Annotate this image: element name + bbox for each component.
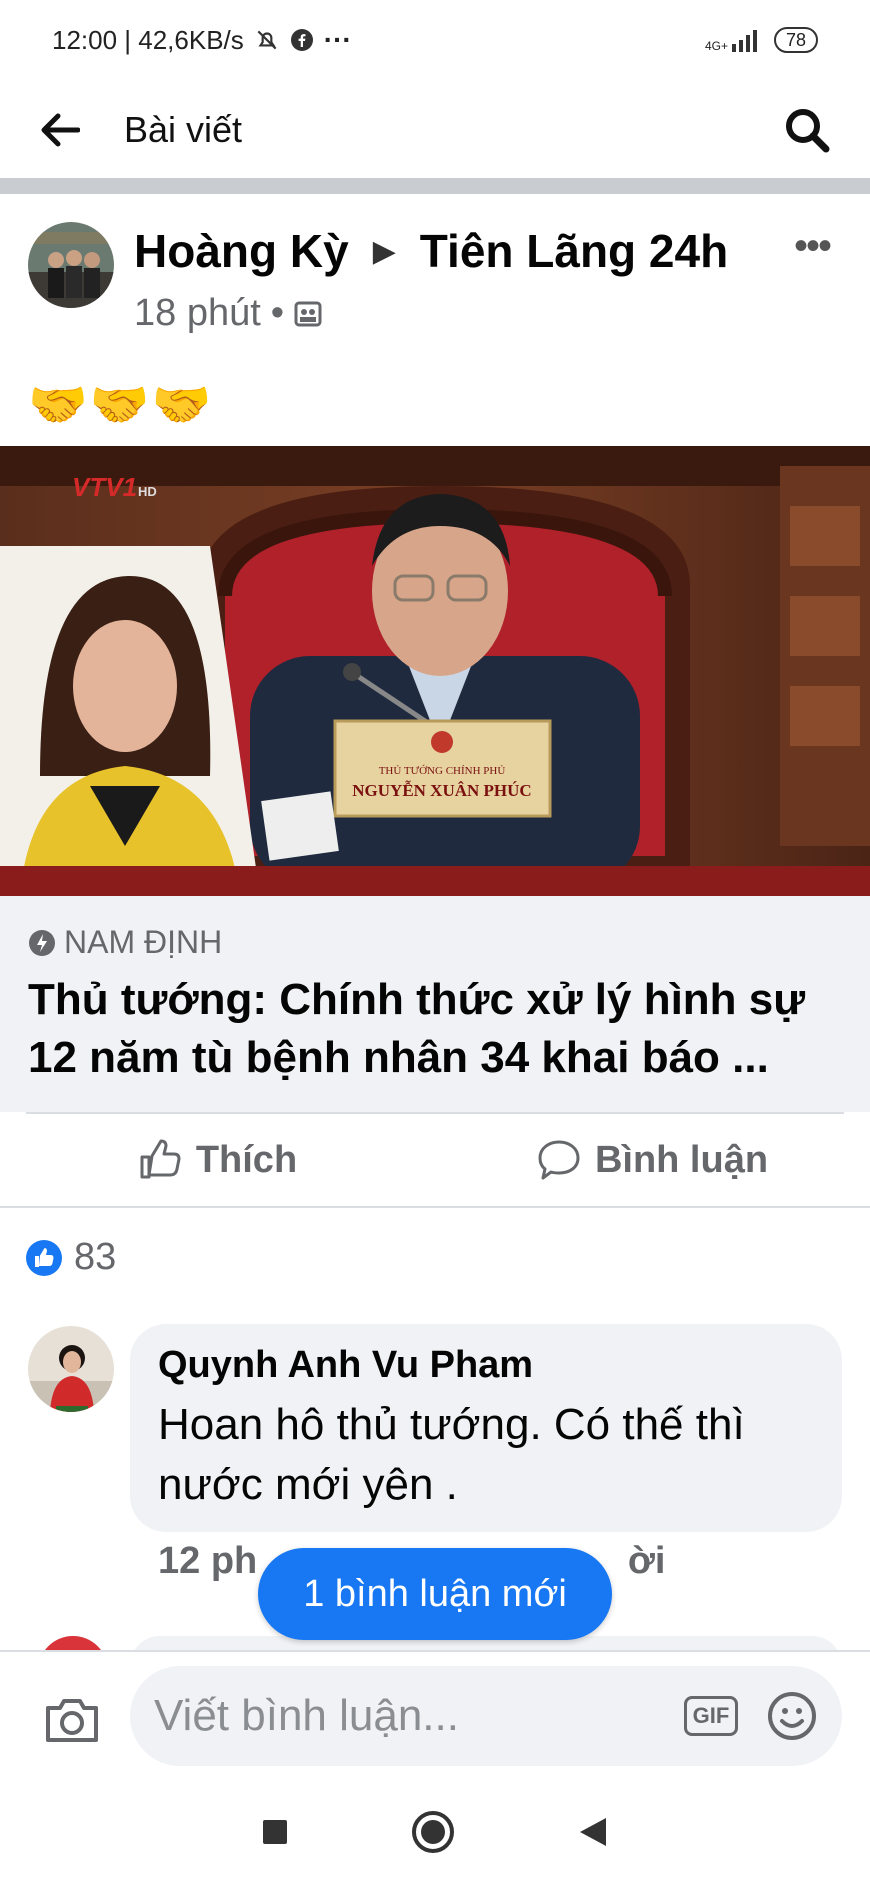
comment-input[interactable]: Viết bình luận... GIF [130,1666,842,1766]
author-name[interactable]: Hoàng Kỳ [134,224,349,278]
emoji-icon[interactable] [766,1690,818,1742]
like-icon [140,1139,181,1179]
link-title-line1: Thủ tướng: Chính thức xử lý hình sự [28,975,806,1024]
status-time: 12:00 | 42,6KB/s [52,24,244,55]
nameplate-name: NGUYỄN XUÂN PHÚC [352,781,531,800]
network-label: 4G+ [704,39,728,53]
comment-icon [538,1140,580,1180]
comment-text: Hoan hô thủ tướng. Có thế thì nước mới y… [158,1400,745,1509]
post-time[interactable]: 18 phút [134,292,261,335]
camera-icon[interactable] [44,1696,100,1744]
link-title-line2: 12 năm tù bệnh nhân 34 khai báo ... [28,1033,769,1082]
app-bar: Bài viết [0,80,870,180]
nameplate-title: THỦ TƯỚNG CHÍNH PHỦ [379,765,506,777]
link-source-label: NAM ĐỊNH [64,924,223,960]
shared-to-arrow-icon: ▶ [372,234,396,268]
link-title[interactable]: Thủ tướng: Chính thức xử lý hình sự 12 n… [28,971,842,1087]
group-icon [294,301,322,326]
comment-time: 12 ph [158,1540,258,1582]
nav-recent-icon[interactable] [260,1817,290,1847]
section-separator [0,178,870,194]
new-comments-button[interactable]: 1 bình luận mới [258,1548,612,1640]
action-row: Thích Bình luận [0,1114,870,1206]
post-text: 🤝🤝🤝 [28,379,214,432]
link-preview[interactable]: NAM ĐỊNH Thủ tướng: Chính thức xử lý hìn… [0,896,870,1112]
status-more-icon: ··· [323,24,352,55]
more-icon[interactable]: ••• [794,224,832,269]
status-right: 4G+ 78 [705,27,818,53]
channel-hd: HD [138,484,157,499]
reaction-summary[interactable]: 83 [26,1236,116,1279]
gif-icon[interactable]: GIF [684,1696,738,1736]
reaction-count: 83 [74,1236,117,1278]
channel-logo: VTV1 [72,472,137,502]
comment-composer: Viết bình luận... GIF [0,1650,870,1780]
facebook-icon [290,29,313,51]
search-icon[interactable] [784,107,830,153]
system-nav-bar [0,1780,870,1884]
comment-label: Bình luận [594,1138,769,1181]
group-name[interactable]: Tiên Lãng 24h [420,224,728,278]
post-image[interactable]: THỦ TƯỚNG CHÍNH PHỦ NGUYỄN XUÂN PHÚC VTV… [0,446,870,896]
commenter-avatar[interactable] [28,1326,114,1412]
lightning-badge-icon [29,929,55,956]
like-label: Thích [195,1138,298,1181]
author-line: Hoàng Kỳ ▶ Tiên Lãng 24h [134,224,728,278]
meta-dot: • [270,292,285,334]
post-header: Hoàng Kỳ ▶ Tiên Lãng 24h 18 phút • ••• [0,194,870,374]
signal-icon [731,30,757,52]
nav-home-icon[interactable] [410,1809,456,1855]
like-reaction-icon [26,1239,62,1276]
post-meta: 18 phút • [134,292,322,335]
comment-button[interactable]: Bình luận [435,1114,870,1206]
like-button[interactable]: Thích [0,1114,435,1206]
back-arrow-icon[interactable] [40,112,80,148]
mute-bell-icon [257,30,277,50]
commenter-name[interactable]: Quynh Anh Vu Pham [158,1344,814,1387]
comment-bubble[interactable]: Quynh Anh Vu Pham Hoan hô thủ tướng. Có … [130,1324,842,1532]
status-left: 12:00 | 42,6KB/s ··· [52,24,352,56]
nav-back-icon[interactable] [576,1815,610,1849]
comment-reply-fragment[interactable]: ời [628,1540,666,1582]
network-indicator: 4G+ [705,28,762,52]
link-source: NAM ĐỊNH [28,924,842,961]
author-avatar[interactable] [28,222,114,308]
divider [0,1206,870,1208]
comment-input-placeholder: Viết bình luận... [154,1691,459,1740]
battery-indicator: 78 [773,27,818,53]
status-bar: 12:00 | 42,6KB/s ··· 4G+ 78 [0,0,870,80]
page-title: Bài viết [124,109,243,150]
